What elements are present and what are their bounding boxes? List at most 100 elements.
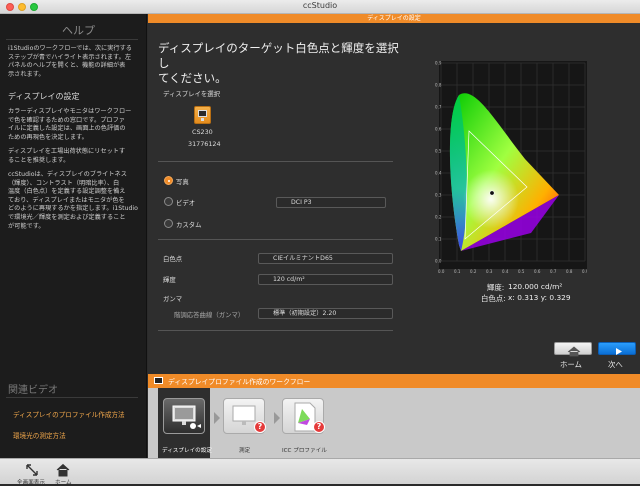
help-intro-line: パネルのヘルプを開くと、機能の詳細が表	[8, 62, 126, 70]
panel-header-title: ディスプレイの設定	[367, 15, 421, 22]
help-title: ヘルプ	[62, 24, 95, 37]
fullscreen-button[interactable]	[25, 462, 39, 476]
x-tick-label: 0.1	[454, 269, 461, 274]
whitepoint-readout-label: 白色点:	[481, 294, 506, 303]
preset-photo-label: 写真	[176, 178, 189, 186]
cie-x-ticks: 0.0 0.1 0.2 0.3 0.4 0.5 0.6 0.7 0.8 0.9	[438, 269, 587, 274]
y-tick-label: 0.3	[435, 193, 442, 198]
x-tick-label: 0.0	[438, 269, 445, 274]
whitepoint-readout-value: x: 0.313 y: 0.329	[508, 293, 571, 302]
display-serial: 31776124	[188, 140, 221, 148]
y-tick-label: 0.2	[435, 215, 442, 220]
help-text-line: が可能です。	[8, 222, 45, 230]
help-section-title: ディスプレイの設定	[8, 92, 80, 101]
workflow-header-title: ディスプレイプロファイル作成のワークフロー	[168, 378, 311, 386]
section-divider	[158, 161, 393, 162]
x-tick-label: 0.3	[486, 269, 493, 274]
help-text-line: （輝度）、コントラスト（明暗比率）、白	[8, 179, 120, 187]
page-title-line: ディスプレイのターゲット白色点と輝度を選択し	[158, 41, 399, 70]
y-tick-label: 0.8	[435, 83, 442, 88]
preset-video-radio[interactable]	[164, 197, 173, 206]
x-tick-label: 0.7	[550, 269, 557, 274]
section-divider	[158, 239, 393, 240]
workflow-step-label: 測定	[239, 448, 251, 454]
play-arrow-icon	[616, 348, 622, 355]
preset-custom-label: カスタム	[176, 221, 202, 229]
preset-custom-radio[interactable]	[164, 219, 173, 228]
video-standard-select[interactable]: DCI P3	[276, 197, 386, 208]
help-intro-line: 示されます。	[8, 70, 45, 78]
gamma-label: ガンマ	[163, 295, 183, 303]
y-tick-label: 0.5	[435, 149, 442, 154]
help-divider	[6, 39, 138, 40]
help-paragraph-3: ccStudioは、ディスプレイのブライトネス （輝度）、コントラスト（明暗比率…	[8, 171, 140, 231]
bottom-toolbar: 全画面表示 ホーム	[0, 458, 640, 486]
display-settings-panel: ディスプレイの設定 ディスプレイのターゲット白色点と輝度を選択し てください。 …	[148, 14, 640, 374]
x-tick-label: 0.6	[534, 269, 541, 274]
home-icon	[56, 463, 70, 477]
help-text-line: ることを推奨します。	[8, 156, 70, 164]
workflow-step-icc-profile[interactable]: ?	[282, 398, 325, 434]
help-text-line: で環境光／輝度を測定および定義すること	[8, 213, 126, 221]
white-point-label: 白色点	[163, 255, 183, 263]
workflow-step-label: ICC プロファイル	[282, 448, 327, 454]
help-text-line: で色を確認するための窓口です。プロファ	[8, 116, 125, 124]
luminance-select[interactable]: 120 cd/m²	[258, 274, 393, 285]
luminance-readout-label: 輝度:	[487, 283, 505, 292]
video-link-ambient-light[interactable]: 環境光の測定方法	[13, 430, 66, 440]
home-button[interactable]	[554, 342, 592, 357]
monitor-screen	[198, 110, 207, 117]
help-text-line: カラーディスプレイやモニタはワークフロー	[8, 108, 132, 115]
tone-curve-select[interactable]: 標準（初期設定）2.20	[258, 308, 393, 319]
home-button-label: ホーム	[560, 360, 582, 369]
x-tick-label: 0.8	[566, 269, 573, 274]
help-sidebar: ヘルプ i1Studioのワークフローでは、次に実行する ステップが青でハイライ…	[0, 14, 147, 458]
y-tick-label: 0.4	[435, 171, 442, 176]
tone-curve-label: 階調応答曲線（ガンマ）	[174, 311, 245, 319]
video-link-display-profiling[interactable]: ディスプレイのプロファイル作成方法	[13, 409, 125, 419]
help-text-line: イルに定義した設定は、画面上の色評価の	[8, 125, 126, 133]
fullscreen-label: 全画面表示	[17, 480, 45, 486]
help-text-line: 温度（白色点）を定義する設定調整を備え	[8, 188, 126, 196]
section-divider	[158, 330, 393, 331]
help-intro-line: i1Studioのワークフローでは、次に実行する	[8, 45, 132, 52]
title-bar: ccStudio	[0, 0, 640, 14]
help-text-line: ための再現色を決定します。	[8, 133, 88, 141]
display-monitor-icon[interactable]	[194, 106, 211, 124]
related-divider	[6, 397, 138, 398]
workflow-step-display-settings[interactable]	[163, 398, 205, 434]
preset-photo-radio[interactable]	[164, 176, 173, 185]
cie-chromaticity-diagram: 0.0 0.1 0.2 0.3 0.4 0.5 0.6 0.7 0.8 0.9 0.9 0.8 0.7…	[435, 61, 587, 274]
question-badge-icon: ?	[254, 421, 266, 433]
next-button[interactable]	[598, 342, 636, 355]
related-videos-title: 関連ビデオ	[8, 385, 58, 396]
toolbar-home-label: ホーム	[55, 480, 72, 486]
page-title-line: てください。	[158, 71, 227, 85]
help-text-line: ディスプレイを工場出荷状態にリセットす	[8, 148, 126, 155]
luminance-label: 輝度	[163, 276, 176, 284]
home-icon	[567, 346, 581, 357]
app-window: ccStudio ヘルプ i1Studioのワークフローでは、次に実行する ステ…	[0, 0, 640, 486]
workflow-header: ディスプレイプロファイル作成のワークフロー	[148, 374, 640, 388]
fullscreen-icon	[26, 464, 38, 476]
workflow-step-measure[interactable]: ?	[223, 398, 266, 434]
y-tick-label: 0.0	[435, 259, 442, 264]
display-settings-icon	[172, 405, 201, 429]
y-tick-label: 0.9	[435, 61, 442, 66]
x-tick-label: 0.2	[470, 269, 477, 274]
workflow-step-label: ディスプレイの設定	[162, 448, 212, 454]
preset-video-label: ビデオ	[176, 199, 196, 207]
workflow-arrow	[214, 412, 220, 424]
x-tick-label: 0.5	[518, 269, 525, 274]
next-button-label: 次へ	[608, 360, 623, 369]
help-paragraph-1: カラーディスプレイやモニタはワークフロー で色を確認するための窓口です。プロファ…	[8, 108, 140, 142]
white-point-select[interactable]: CIEイルミナントD65	[258, 253, 393, 264]
page-title: ディスプレイのターゲット白色点と輝度を選択し てください。	[158, 41, 408, 86]
panel-header: ディスプレイの設定	[148, 14, 640, 23]
toolbar-home-button[interactable]	[56, 462, 70, 477]
help-text-line: どのように再現するかを指定します。i1Studio	[8, 205, 138, 213]
help-text-line: ccStudioは、ディスプレイのブライトネス	[8, 171, 127, 178]
y-tick-label: 0.6	[435, 127, 442, 132]
workflow-steps: ディスプレイの設定 ? 測定 ? ICC プロファイル	[148, 388, 640, 458]
x-tick-label: 0.4	[502, 269, 509, 274]
